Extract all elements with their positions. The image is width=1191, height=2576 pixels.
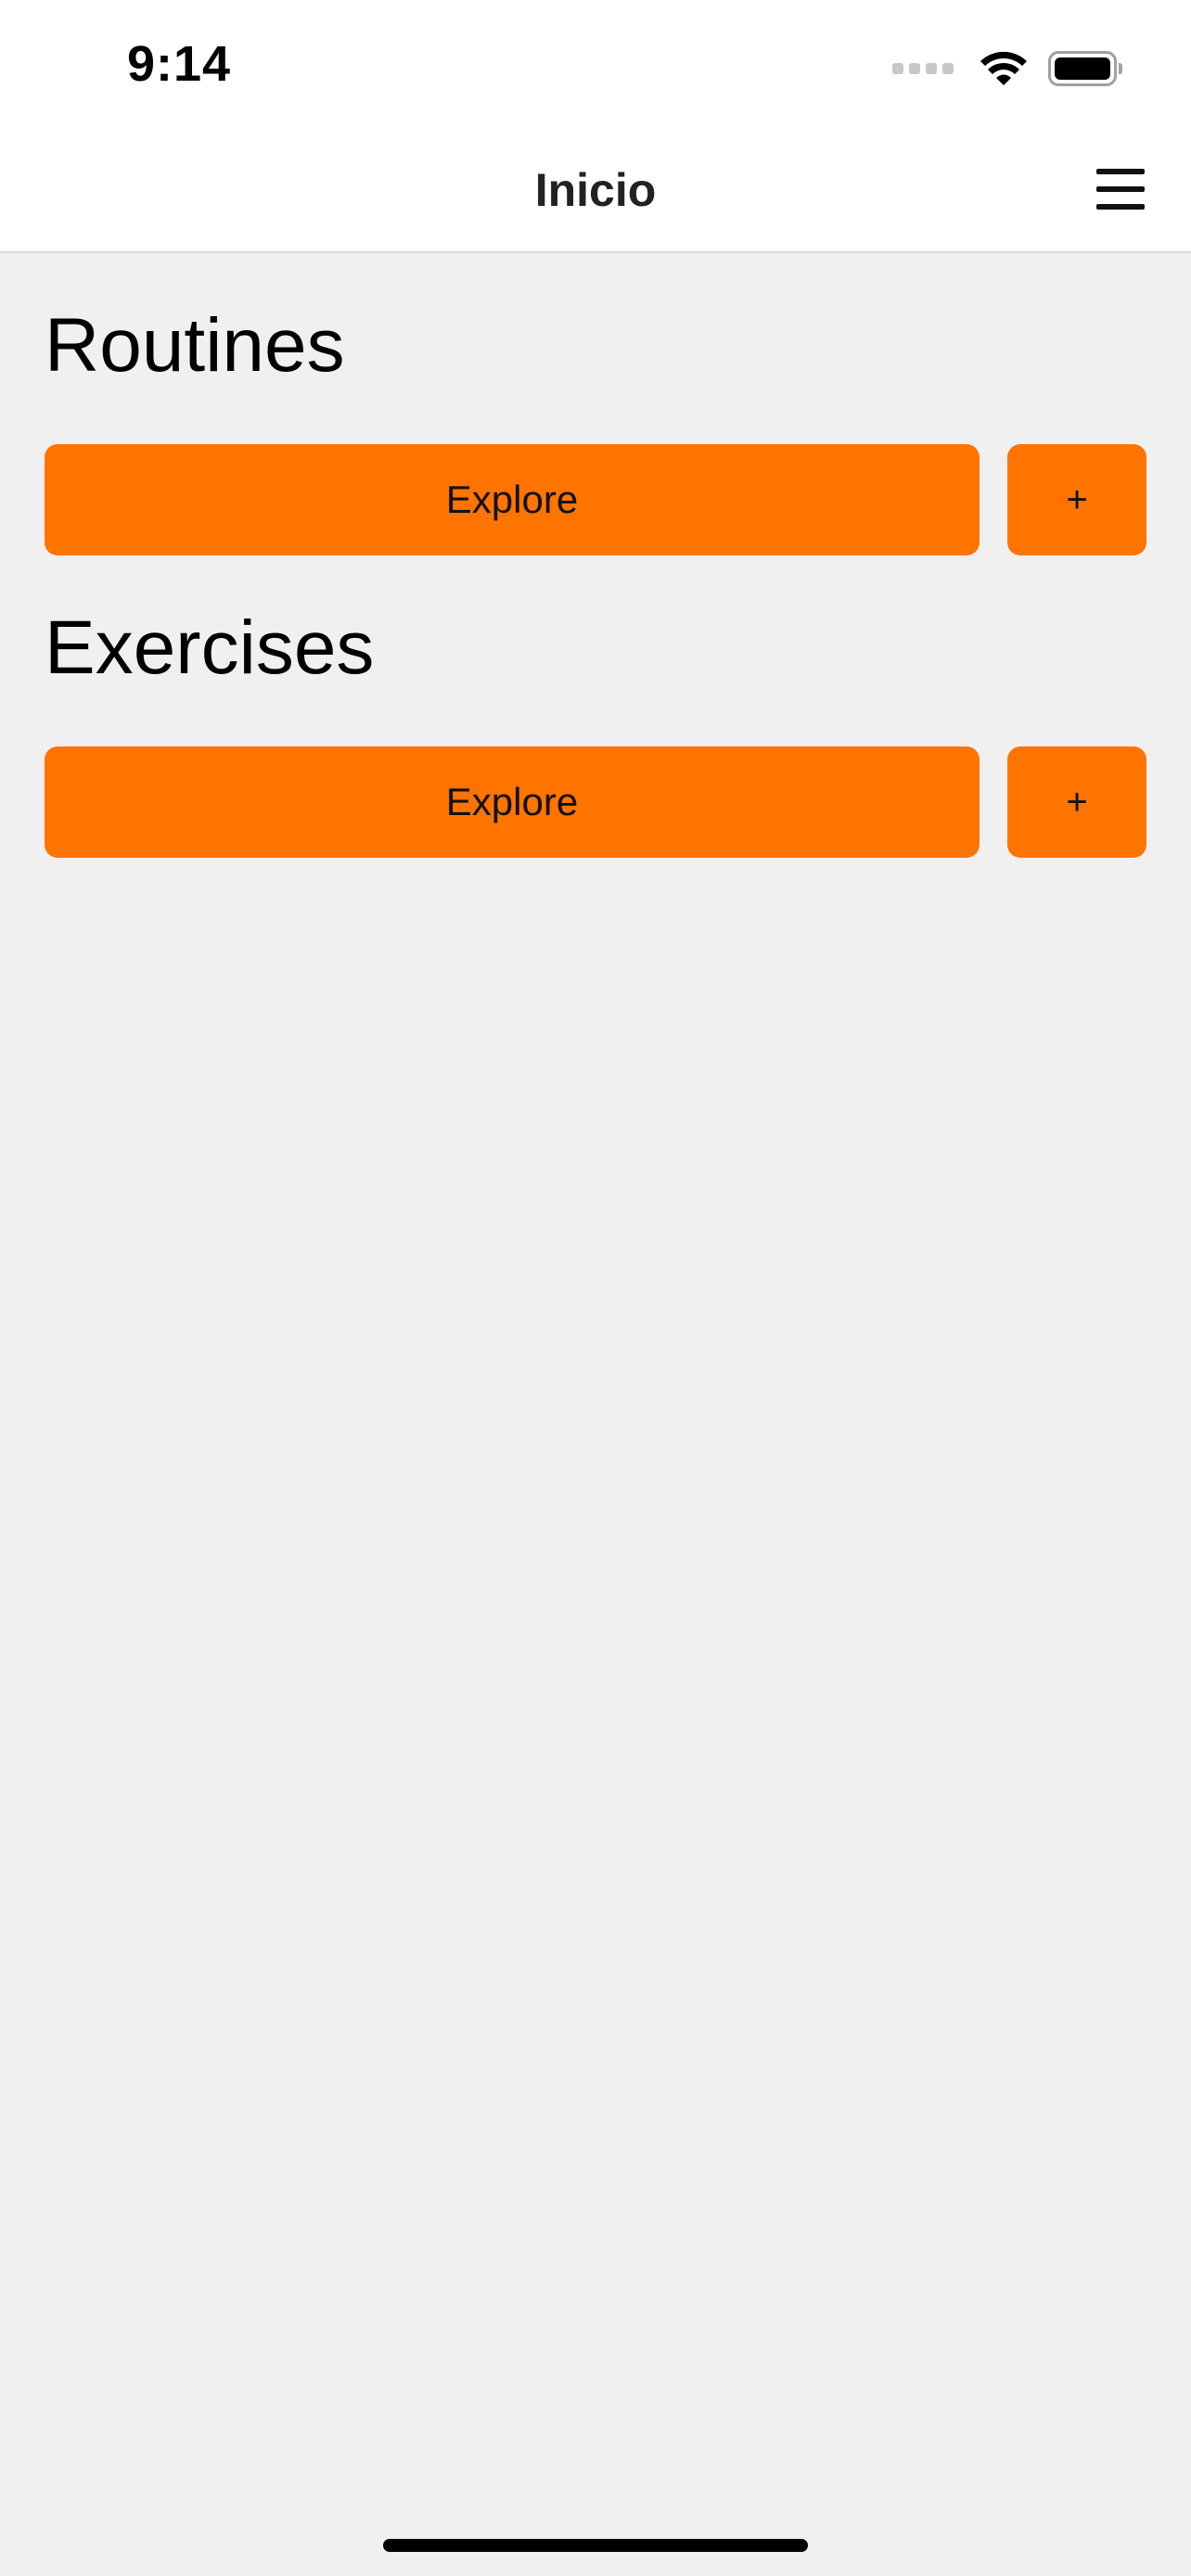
status-bar: 9:14 (0, 0, 1191, 130)
wifi-icon (980, 51, 1027, 85)
home-indicator[interactable] (383, 2539, 808, 2552)
status-icons (892, 46, 1122, 91)
status-time: 9:14 (127, 36, 232, 92)
add-routine-button[interactable]: + (1007, 444, 1146, 555)
battery-icon (1048, 51, 1122, 86)
explore-exercises-button[interactable]: Explore (45, 746, 980, 858)
page-title: Inicio (534, 164, 657, 216)
add-exercise-button[interactable]: + (1007, 746, 1146, 858)
hamburger-menu-icon[interactable] (1096, 167, 1145, 211)
nav-bar: Inicio (0, 130, 1191, 253)
explore-routines-button[interactable]: Explore (45, 444, 980, 555)
battery-fill (1055, 57, 1110, 80)
signal-dots-icon (892, 63, 954, 74)
section-title-routines: Routines (45, 303, 345, 388)
section-title-exercises: Exercises (45, 606, 375, 690)
